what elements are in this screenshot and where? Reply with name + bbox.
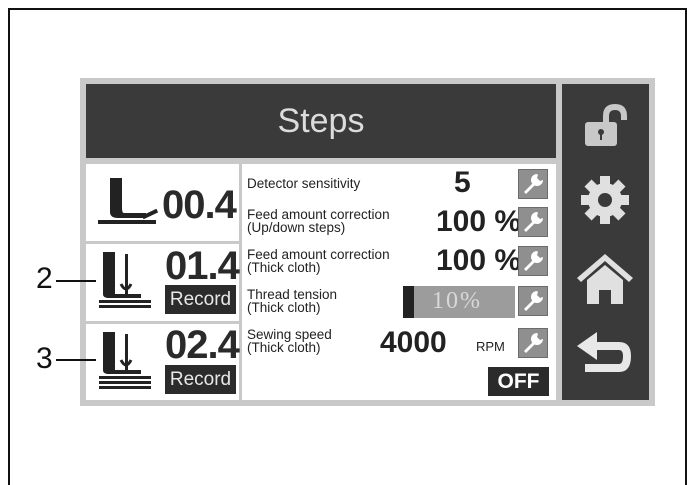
needle-foot-icon — [99, 252, 151, 308]
record-label: Record — [169, 368, 232, 390]
step-number-2: 02.4 — [165, 323, 240, 367]
setting-label-feed-thick-2: (Thick cloth) — [247, 260, 321, 275]
wrench-icon — [524, 333, 543, 353]
unlock-button[interactable] — [573, 94, 637, 154]
setting-label-detector: Detector sensitivity — [247, 176, 361, 191]
unlock-icon — [585, 104, 627, 146]
setting-unit-speed: RPM — [476, 339, 505, 354]
page-title: Steps — [277, 101, 365, 140]
edit-button-speed[interactable] — [518, 328, 548, 358]
home-button[interactable] — [573, 248, 637, 308]
tension-value: 10% — [432, 288, 482, 314]
edit-button-feed-updown[interactable] — [518, 207, 548, 237]
wrench-icon — [524, 212, 543, 232]
record-button-1[interactable]: Record — [165, 285, 236, 314]
home-icon — [577, 254, 633, 304]
settings-button[interactable] — [573, 170, 637, 230]
callout-line-3 — [56, 359, 96, 361]
edit-button-detector[interactable] — [518, 169, 548, 199]
title-bar: Steps — [86, 84, 556, 158]
setting-value-detector: 5 — [454, 166, 471, 199]
setting-label-speed-2: (Thick cloth) — [247, 340, 321, 355]
wrench-icon — [524, 291, 543, 311]
back-icon — [577, 332, 631, 372]
record-button-2[interactable]: Record — [165, 365, 236, 394]
edit-button-feed-thick[interactable] — [518, 246, 548, 276]
off-toggle-button[interactable]: OFF — [488, 367, 549, 396]
callout-line-2 — [56, 280, 96, 282]
needle-foot-thick-icon — [99, 332, 151, 389]
setting-value-speed: 4000 — [380, 326, 447, 359]
gear-icon — [581, 176, 629, 224]
wrench-icon — [524, 174, 543, 194]
wrench-icon — [524, 251, 543, 271]
callout-2: 2 — [36, 262, 53, 295]
step-number-0: 00.4 — [162, 183, 237, 227]
setting-value-feed-updown: 100 % — [436, 205, 522, 238]
settings-panel — [242, 164, 556, 400]
callout-3: 3 — [36, 342, 53, 375]
tension-bar-fill — [403, 286, 414, 318]
setting-value-feed-thick: 100 % — [436, 244, 522, 277]
presser-foot-icon — [98, 178, 159, 224]
back-button[interactable] — [573, 328, 637, 388]
setting-label-feed-updown-2: (Up/down steps) — [247, 220, 346, 235]
step-number-1: 01.4 — [165, 244, 240, 288]
toggle-label: OFF — [497, 369, 540, 393]
record-label: Record — [169, 288, 232, 310]
edit-button-tension[interactable] — [518, 286, 548, 316]
setting-label-tension-2: (Thick cloth) — [247, 300, 321, 315]
